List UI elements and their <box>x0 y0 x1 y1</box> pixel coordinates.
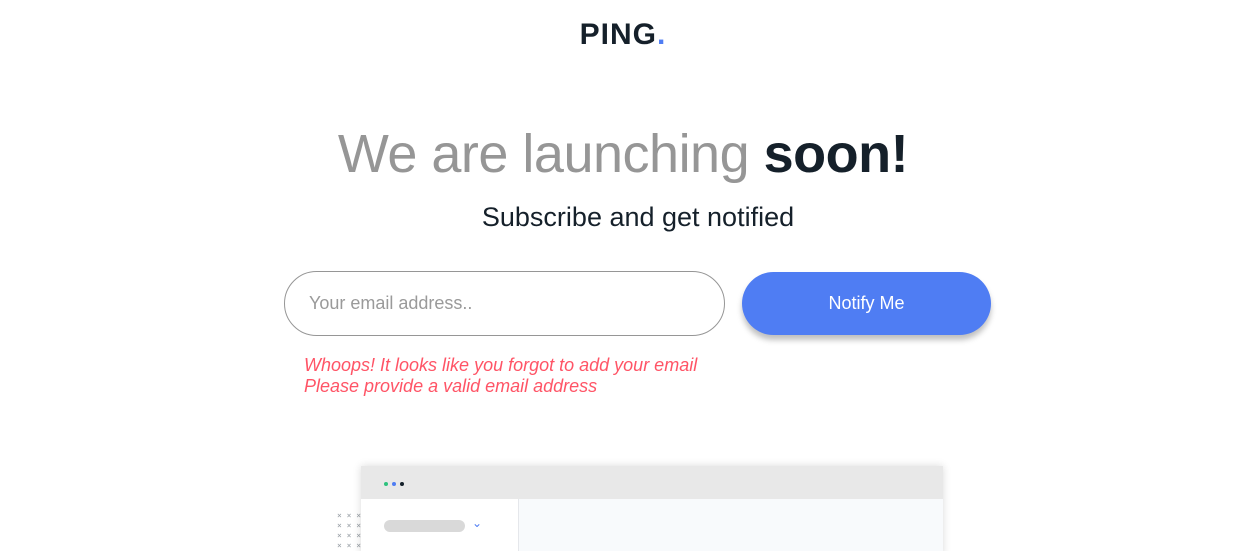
email-input[interactable] <box>284 271 725 336</box>
window-dot-green-icon <box>384 482 388 486</box>
illustration-sidebar-pill <box>384 520 465 532</box>
illustration-titlebar <box>361 466 943 499</box>
error-messages: Whoops! It looks like you forgot to add … <box>304 355 697 397</box>
chevron-down-icon: ⌄ <box>472 516 483 530</box>
illustration-sidebar: ⌄ <box>361 499 519 551</box>
brand-logo-text: PING <box>579 18 657 51</box>
headline-light: We are launching <box>337 124 764 184</box>
dashboard-illustration: ⌄ <box>361 466 943 551</box>
brand-logo-dot: . <box>657 18 667 51</box>
page-title: We are launching soon! <box>0 122 1246 186</box>
window-dot-blue-icon <box>392 482 396 486</box>
error-message-invalid: Please provide a valid email address <box>304 376 598 396</box>
brand-logo: PING. <box>0 18 1246 52</box>
error-message-missing: Whoops! It looks like you forgot to add … <box>304 355 698 375</box>
window-dot-dark-icon <box>400 482 404 486</box>
illustration-main-area <box>519 499 943 551</box>
notify-me-button[interactable]: Notify Me <box>742 272 991 335</box>
headline-strong: soon! <box>763 124 909 184</box>
subtitle: Subscribe and get notified <box>481 202 795 232</box>
